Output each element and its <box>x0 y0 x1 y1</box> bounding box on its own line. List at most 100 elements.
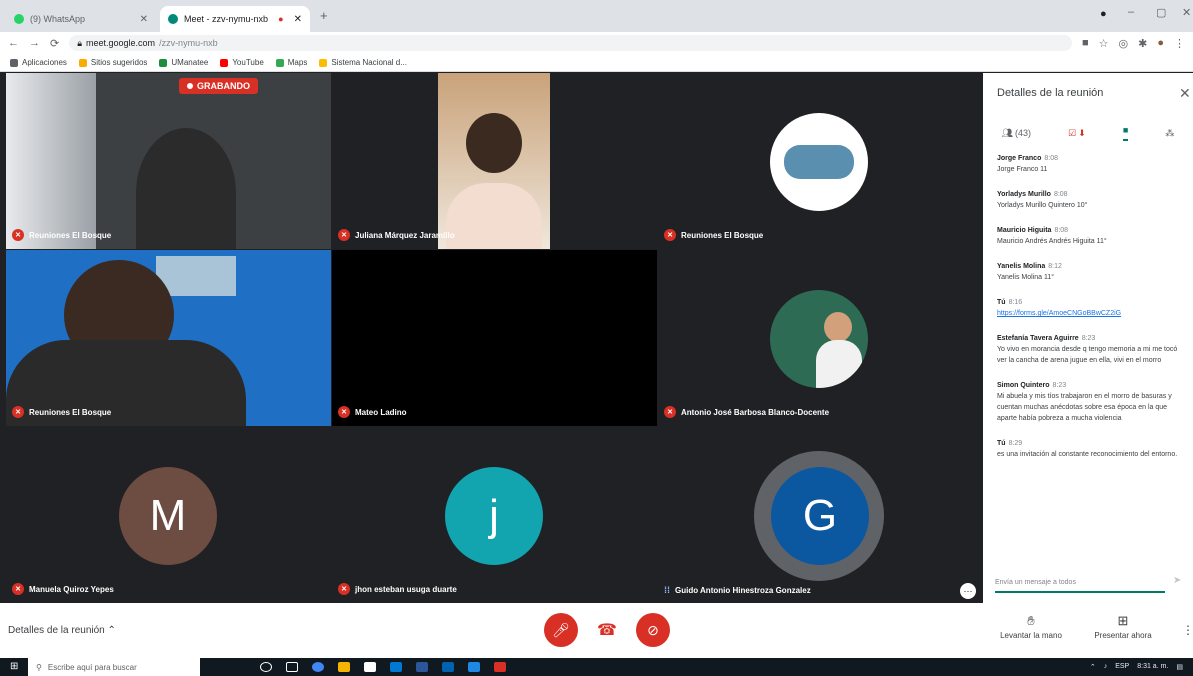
close-icon[interactable]: ✕ <box>294 14 302 25</box>
send-icon[interactable]: ➤ <box>1173 575 1181 586</box>
mail-icon[interactable] <box>390 662 402 672</box>
store-icon[interactable] <box>364 662 376 672</box>
mic-off-icon: ✕ <box>12 583 24 595</box>
camera-toggle-button[interactable]: ⊘ <box>636 613 670 647</box>
chat-message: Yorladys Murillo 8:08 Yorladys Murillo Qui… <box>997 189 1185 211</box>
message-header: Jorge Franco 8:08 <box>997 153 1185 164</box>
tab-chat[interactable]: ■ <box>1122 125 1129 141</box>
bookmark-apps[interactable]: Aplicaciones <box>10 58 67 67</box>
app-icon[interactable] <box>494 662 506 672</box>
participant-tile[interactable]: ✕ Antonio José Barbosa Blanco-Docente <box>658 250 983 426</box>
bookmark-maps[interactable]: Maps <box>275 58 307 67</box>
address-bar[interactable]: 🔒︎ meet.google.com/zzv-nymu-nxb <box>69 35 1072 51</box>
participant-tile[interactable]: G ⁞⁞ Guido Antonio Hinestroza Gonzalez ⋯ <box>658 427 983 603</box>
clock[interactable]: 8:31 a. m. <box>1137 663 1168 671</box>
participant-name-tag: ✕ Reuniones El Bosque <box>12 229 111 241</box>
participant-tile[interactable]: ✕ Reuniones El Bosque <box>658 73 983 249</box>
app-icon[interactable] <box>468 662 480 672</box>
participant-tile[interactable]: M ✕ Manuela Quiroz Yepes <box>6 427 331 603</box>
back-icon[interactable]: ← <box>8 37 19 49</box>
window-close-button[interactable]: ✕ <box>1182 6 1191 19</box>
search-placeholder: Escribe aquí para buscar <box>47 662 137 672</box>
participant-name: jhon esteban usuga duarte <box>355 584 457 594</box>
tab-people[interactable]: 👥︎ (43) <box>1002 128 1031 139</box>
chrome-icon[interactable] <box>312 662 324 672</box>
participant-name: Reuniones El Bosque <box>29 407 112 417</box>
tab-meet[interactable]: Meet - zzv-nymu-nxb ● ✕ <box>160 6 310 32</box>
message-header: Simon Quintero 8:23 <box>997 380 1185 391</box>
account-icon[interactable]: ● <box>1100 8 1107 20</box>
raise-hand-button[interactable]: ✋︎ Levantar la mano <box>996 613 1066 640</box>
puzzle-icon[interactable]: ✱ <box>1138 37 1147 50</box>
whatsapp-icon <box>14 14 24 24</box>
tab-extension[interactable]: ☑ ⬇ <box>1068 128 1086 139</box>
maximize-button[interactable]: ▢ <box>1156 6 1166 19</box>
present-now-button[interactable]: ⊞ Presentar ahora <box>1086 613 1160 640</box>
youtube-icon <box>220 58 229 67</box>
chat-message: Tú 8:16 https://forms.gle/AmoeCNGoBBwCZ2iG <box>997 297 1185 319</box>
bookmark-umanatee[interactable]: UManatee <box>159 58 208 67</box>
new-tab-button[interactable]: + <box>320 8 328 23</box>
star-icon[interactable]: ☆ <box>1099 37 1109 50</box>
message-sender: Simon Quintero <box>997 382 1050 389</box>
participant-tile[interactable]: j ✕ jhon esteban usuga duarte <box>332 427 657 603</box>
close-icon[interactable]: ✕ <box>1179 85 1191 102</box>
tab-activities[interactable]: ⁂ <box>1165 128 1174 139</box>
tab-whatsapp[interactable]: (9) WhatsApp ✕ <box>6 6 156 32</box>
bookmark-icon <box>78 58 87 67</box>
reload-icon[interactable]: ⟳ <box>50 37 59 50</box>
participant-tile[interactable]: ✕ Juliana Márquez Jaramillo <box>332 73 657 249</box>
chat-message: Jorge Franco 8:08 Jorge Franco 11 <box>997 153 1185 175</box>
windows-start-icon[interactable]: ⊞ <box>10 661 18 672</box>
chevron-up-icon[interactable]: ⌃ <box>1090 663 1096 671</box>
group-illustration-icon <box>784 145 854 179</box>
tab-label: Meet - zzv-nymu-nxb <box>184 14 269 24</box>
more-options-icon[interactable]: ⋯ <box>960 583 976 599</box>
bookmark-suggested[interactable]: Sitios sugeridos <box>78 58 147 67</box>
search-icon: ⚲ <box>36 662 42 672</box>
menu-icon[interactable]: ⋮ <box>1174 37 1185 50</box>
participant-tile[interactable]: ✕ Reuniones El Bosque <box>6 250 331 426</box>
camera-permission-icon[interactable]: ■ <box>1082 37 1089 49</box>
profile-avatar[interactable]: ● <box>1157 37 1164 49</box>
close-icon[interactable]: ✕ <box>140 14 148 25</box>
leave-call-button[interactable]: ☎ <box>590 613 624 647</box>
apps-icon <box>10 58 18 67</box>
notifications-icon[interactable]: ▤ <box>1176 663 1183 671</box>
person-shape <box>446 183 542 249</box>
bookmark-sistema[interactable]: Sistema Nacional d... <box>319 58 407 67</box>
chat-input[interactable]: Envía un mensaje a todos <box>995 575 1165 593</box>
details-label: Detalles de la reunión <box>8 625 105 636</box>
message-time: 8:08 <box>1053 191 1068 198</box>
bookmark-youtube[interactable]: YouTube <box>220 58 264 67</box>
present-label: Presentar ahora <box>1094 631 1152 640</box>
bookmark-label: UManatee <box>171 58 209 67</box>
word-icon[interactable] <box>416 662 428 672</box>
participant-tile[interactable]: ✕ Reuniones El Bosque <box>6 73 331 249</box>
bookmark-label: Sistema Nacional d... <box>331 58 407 67</box>
message-link[interactable]: https://forms.gle/AmoeCNGoBBwCZ2iG <box>997 310 1121 317</box>
mic-off-icon: ✕ <box>338 406 350 418</box>
more-options-icon[interactable]: ⋮ <box>1182 623 1193 637</box>
cortana-icon[interactable] <box>260 662 272 672</box>
participant-avatar: j <box>445 467 543 565</box>
mic-toggle-button[interactable]: 🎤︎ <box>544 613 578 647</box>
speaking-icon: ⁞⁞ <box>664 585 670 595</box>
meeting-details-button[interactable]: Detalles de la reunión ⌃ <box>8 625 116 636</box>
language-indicator[interactable]: ESP <box>1115 663 1129 671</box>
minimize-button[interactable]: – <box>1128 6 1134 18</box>
app-icon[interactable] <box>442 662 454 672</box>
chevron-up-icon: ⌃ <box>107 625 116 636</box>
taskbar-search[interactable]: ⚲ Escribe aquí para buscar <box>28 658 200 676</box>
participant-name-tag: ✕ Manuela Quiroz Yepes <box>12 583 114 595</box>
task-view-icon[interactable] <box>286 662 298 672</box>
message-sender: Tú <box>997 299 1006 306</box>
mic-off-icon: ✕ <box>12 229 24 241</box>
forward-icon[interactable]: → <box>29 37 40 49</box>
message-time: 8:29 <box>1008 440 1023 447</box>
volume-icon[interactable]: ♪ <box>1104 663 1108 671</box>
participant-tile[interactable]: ✕ Mateo Ladino <box>332 250 657 426</box>
message-time: 8:08 <box>1044 155 1058 162</box>
file-explorer-icon[interactable] <box>338 662 350 672</box>
extension-icon[interactable]: ◎ <box>1119 37 1129 50</box>
